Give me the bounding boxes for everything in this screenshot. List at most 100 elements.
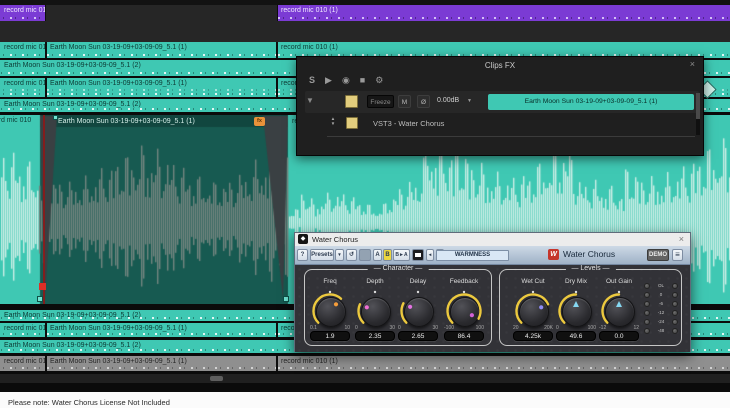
clip-label: record mic 010 (1): [4, 43, 45, 52]
bypass-glyph: [415, 253, 421, 257]
plugin-window-icon: ◆: [298, 234, 308, 244]
clip-handle-right[interactable]: [283, 296, 289, 302]
knob-value[interactable]: 2.65: [398, 331, 438, 341]
knob-dry-mix[interactable]: Dry Mix010049.6: [553, 278, 599, 344]
fx-target-clip-field[interactable]: Earth Moon Sun 03-19-09+03-09-09_5.1 (1): [488, 94, 694, 110]
mini-waveform: [47, 54, 276, 56]
meter-scale-label: 0: [653, 292, 669, 297]
knob-depth[interactable]: Depth0302.35: [352, 278, 398, 344]
color-swatch-button[interactable]: [359, 249, 371, 261]
fx-scrollbar-thumb[interactable]: [696, 93, 700, 119]
audio-clip[interactable]: record mic 010 (1): [0, 323, 46, 337]
meter-scale-label: OL: [653, 283, 669, 288]
undo-icon[interactable]: ↺: [346, 249, 357, 261]
knob-value[interactable]: 1.9: [310, 331, 350, 341]
meter-led-left: [644, 328, 650, 334]
meter-scale-label: -24: [653, 319, 669, 324]
bypass-button[interactable]: [412, 249, 424, 261]
mini-waveform: [278, 17, 730, 19]
audio-clip[interactable]: Earth Moon Sun 03-19-09+03-09-09_5.1 (1): [46, 42, 277, 58]
loop-play-icon[interactable]: ◉: [342, 74, 350, 86]
phase-button[interactable]: Ø: [417, 95, 430, 108]
ab-compare-b-button[interactable]: B: [383, 249, 392, 261]
clip-label: record mic 010 (1): [281, 357, 730, 366]
audio-clip[interactable]: Earth Moon Sun 03-19-09+03-09-09_5.1 (1): [46, 356, 277, 371]
knob-value[interactable]: 0.0: [599, 331, 639, 341]
playhead-marker[interactable]: [39, 283, 46, 290]
audio-clip[interactable]: record mic 010 (1): [0, 42, 46, 58]
divider: [327, 136, 695, 137]
audio-clip[interactable]: record mic 010 (1): [0, 5, 46, 21]
knob-delay[interactable]: Delay0302.65: [395, 278, 441, 344]
clip-label: record mic 010 (1): [4, 79, 45, 88]
knob-value[interactable]: 86.4: [444, 331, 484, 341]
meter-led-right: [672, 292, 678, 298]
track-row: record mic 010 (1) record mic 010 (1): [0, 5, 730, 21]
gain-value[interactable]: 0.00dB: [437, 97, 459, 104]
ab-compare-a-button[interactable]: A: [373, 249, 382, 261]
audio-clip[interactable]: record mic 010 (1): [0, 78, 46, 97]
close-icon[interactable]: ×: [679, 234, 684, 244]
prev-preset-button[interactable]: ◄: [426, 249, 434, 261]
demo-button[interactable]: DEMO: [647, 249, 669, 261]
audio-clip[interactable]: record mic 010 (1): [277, 5, 730, 21]
track-color-swatch[interactable]: [345, 95, 358, 108]
audio-clip[interactable]: Earth Moon Sun 03-19-09+03-09-09_5.1 (1): [46, 323, 277, 337]
knob-value[interactable]: 49.6: [556, 331, 596, 341]
knob-wet-cut[interactable]: Wet Cut2020K4.25k: [510, 278, 556, 344]
knob-arc: [395, 283, 441, 329]
knob-freq[interactable]: Freq0.1101.9: [307, 278, 353, 344]
meter-led-right: [672, 301, 678, 307]
presets-dropdown-icon[interactable]: ▼: [335, 249, 344, 261]
mini-waveform: [47, 367, 276, 369]
menu-icon[interactable]: ≡: [672, 249, 683, 261]
preset-name-field[interactable]: WARMNESS: [436, 250, 509, 261]
help-button[interactable]: ?: [297, 249, 308, 261]
fade-handle-top[interactable]: [53, 115, 58, 120]
meter-led-left: [644, 292, 650, 298]
section-character: — Character —Freq0.1101.9Depth0302.35Del…: [304, 269, 492, 346]
scrollbar-thumb[interactable]: [210, 376, 223, 381]
horizontal-scrollbar[interactable]: [0, 374, 730, 383]
reorder-arrows-icon[interactable]: ▲ ▼: [329, 116, 337, 126]
collapse-triangle-icon[interactable]: ▼: [306, 96, 314, 105]
daw-workspace: record mic 010 (1)record mic 010 (1)reco…: [0, 0, 730, 408]
plugin-titlebar[interactable]: ◆ Water Chorus ×: [295, 233, 690, 246]
mini-waveform: [0, 93, 45, 95]
gear-icon[interactable]: ⚙: [375, 74, 383, 86]
presets-button[interactable]: Presets: [310, 249, 334, 261]
clip-label: record mic 010 (1): [4, 324, 45, 333]
playhead-line[interactable]: [43, 115, 45, 304]
brand-name: Water Chorus: [563, 249, 615, 259]
knob-arc: [596, 283, 642, 329]
plugin-color-swatch[interactable]: [346, 117, 358, 129]
knob-feedback[interactable]: Feedback-10010086.4: [441, 278, 487, 344]
vst-slot-label[interactable]: VST3 - Water Chorus: [373, 119, 444, 128]
mini-waveform: [0, 54, 45, 56]
clip-label: Earth Moon Sun 03-19-09+03-09-09_5.1 (1): [50, 43, 276, 52]
knob-value[interactable]: 4.25k: [513, 331, 553, 341]
audio-clip[interactable]: Earth Moon Sun 03-19-09+03-09-09_5.1 (1): [46, 78, 277, 97]
meter-led-left: [644, 283, 650, 289]
clip-fx-badge[interactable]: fx: [254, 117, 265, 126]
mini-waveform: [47, 333, 276, 335]
clips-fx-title: Clips FX: [297, 61, 703, 70]
stop-icon[interactable]: ■: [360, 74, 365, 86]
license-note: Please note: Water Chorus License Not In…: [8, 398, 170, 407]
solo-button[interactable]: S: [309, 74, 315, 86]
close-icon[interactable]: ×: [690, 59, 695, 69]
freeze-button[interactable]: Freeze: [367, 95, 394, 108]
fx-scrollbar[interactable]: [696, 93, 700, 135]
audio-clip[interactable]: record mic 010 (1): [277, 356, 730, 371]
meter-led-left: [644, 310, 650, 316]
chevron-down-icon[interactable]: ▼: [467, 98, 472, 104]
clips-fx-panel: Clips FX × S ▶ ◉ ■ ⚙ ▼ Freeze M Ø 0.00dB…: [296, 56, 704, 156]
mute-button[interactable]: M: [398, 95, 411, 108]
play-icon[interactable]: ▶: [325, 74, 332, 86]
water-chorus-window: ◆ Water Chorus × ? Presets ▼ ↺ A B B►A ◄…: [294, 232, 691, 352]
knob-value[interactable]: 2.35: [355, 331, 395, 341]
audio-clip[interactable]: record mic 010 (1): [0, 356, 46, 371]
meter-led-right: [672, 310, 678, 316]
knob-out-gain[interactable]: Out Gain-12120.0: [596, 278, 642, 344]
copy-b-to-a-button[interactable]: B►A: [393, 249, 410, 261]
